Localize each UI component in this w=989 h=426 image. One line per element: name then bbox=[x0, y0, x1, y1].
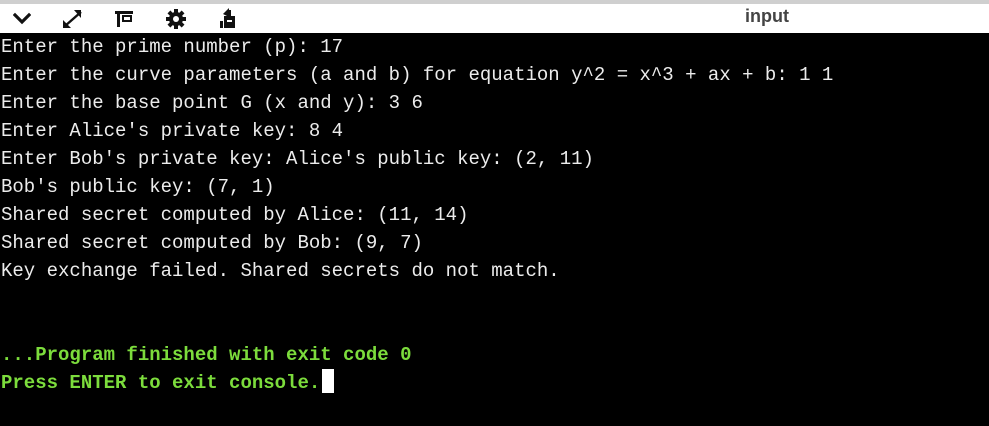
console-output[interactable]: Enter the prime number (p): 17 Enter the… bbox=[0, 33, 989, 426]
exit-prompt-line: Press ENTER to exit console. bbox=[1, 369, 335, 397]
output-line: Enter the prime number (p): 17 bbox=[1, 36, 344, 58]
output-line: Enter the curve parameters (a and b) for… bbox=[1, 64, 834, 86]
input-tab-label[interactable]: input bbox=[745, 6, 789, 27]
chevron-down-icon[interactable] bbox=[7, 7, 37, 31]
output-line: Enter Alice's private key: 8 4 bbox=[1, 120, 344, 142]
output-line: Shared secret computed by Bob: (9, 7) bbox=[1, 232, 423, 254]
output-line: Bob's public key: (7, 1) bbox=[1, 176, 275, 198]
share-icon[interactable] bbox=[213, 7, 243, 31]
output-line: Key exchange failed. Shared secrets do n… bbox=[1, 260, 560, 282]
output-line: Enter Bob's private key: Alice's public … bbox=[1, 148, 594, 170]
output-line: Enter the base point G (x and y): 3 6 bbox=[1, 92, 423, 114]
console-toolbar: input bbox=[0, 0, 989, 33]
expand-icon[interactable] bbox=[58, 7, 88, 31]
gear-icon[interactable] bbox=[161, 7, 191, 31]
output-line: Shared secret computed by Alice: (11, 14… bbox=[1, 204, 469, 226]
text-cursor bbox=[322, 369, 335, 393]
exit-prompt: Press ENTER to exit console. bbox=[1, 372, 321, 394]
layout-icon[interactable] bbox=[109, 7, 139, 31]
program-finished-message: ...Program finished with exit code 0 bbox=[1, 344, 412, 366]
